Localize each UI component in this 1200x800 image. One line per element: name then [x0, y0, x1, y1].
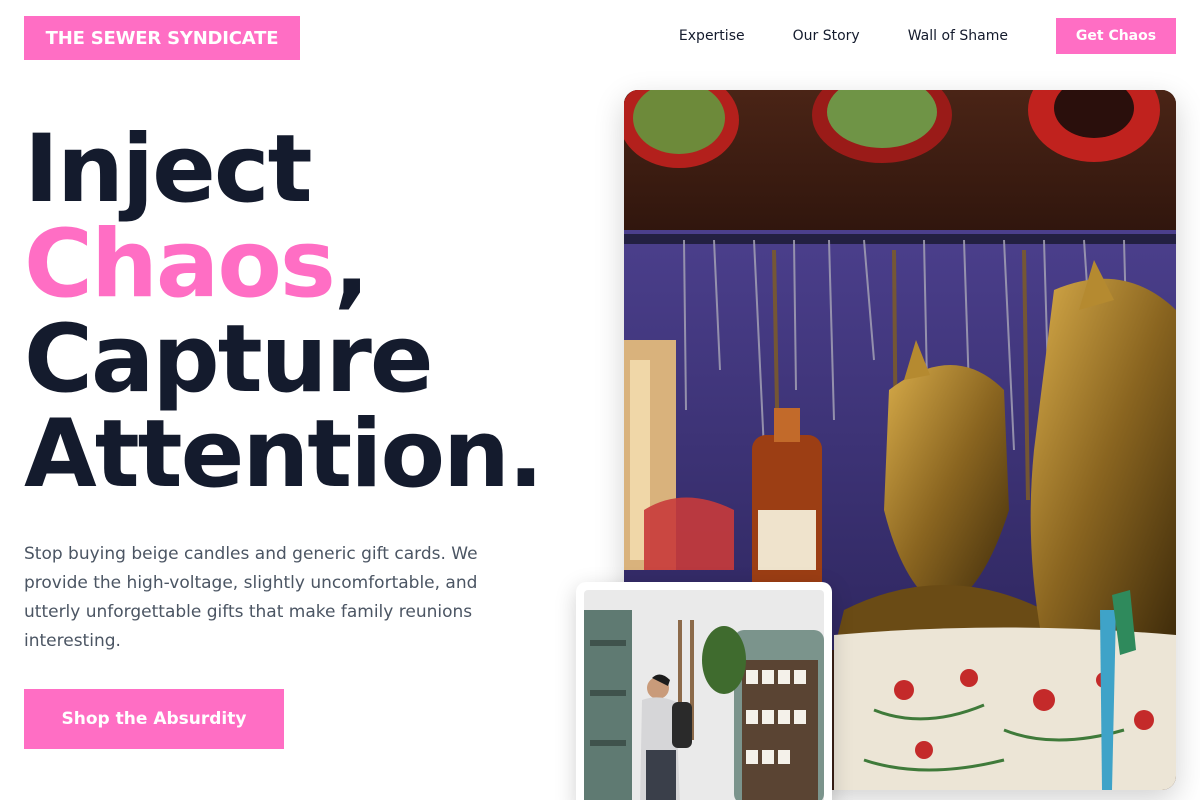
nav-link-wall-of-shame[interactable]: Wall of Shame	[908, 28, 1008, 44]
inset-image-card	[576, 582, 832, 800]
headline-line-2: Chaos,	[24, 217, 542, 312]
top-navigation: Expertise Our Story Wall of Shame Get Ch…	[679, 16, 1176, 56]
nav-link-our-story[interactable]: Our Story	[793, 28, 860, 44]
headline-comma: ,	[333, 210, 370, 319]
brand-logo[interactable]: THE SEWER SYNDICATE	[24, 16, 300, 60]
headline-accent-word: Chaos	[24, 210, 336, 319]
headline-line-1: Inject	[24, 115, 313, 224]
nav-link-expertise[interactable]: Expertise	[679, 28, 745, 44]
hero-description: Stop buying beige candles and generic gi…	[24, 544, 478, 651]
inset-shop-image	[584, 590, 824, 800]
get-chaos-button[interactable]: Get Chaos	[1056, 18, 1176, 54]
shop-the-absurdity-button[interactable]: Shop the Absurdity	[24, 689, 284, 749]
headline-line-4: Attention.	[24, 400, 544, 509]
hero-headline: Inject Chaos, Capture Attention.	[24, 115, 544, 509]
headline-line-3: Capture	[24, 305, 434, 414]
